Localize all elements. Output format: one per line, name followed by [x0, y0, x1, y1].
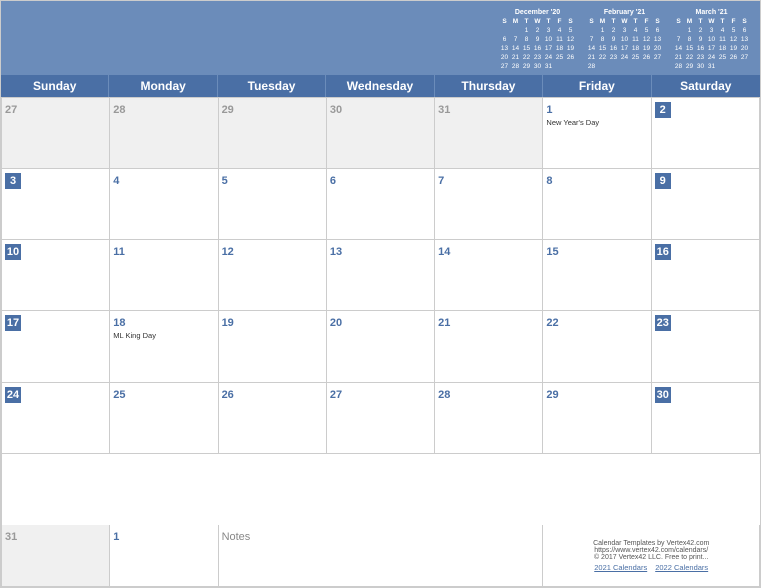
- cal-cell-r4c2: 26: [219, 383, 327, 454]
- date-number: 30: [655, 387, 671, 403]
- date-number: 19: [222, 317, 234, 329]
- mini-calendar-0: December '20SMTWTFS123456789101112131415…: [499, 9, 576, 71]
- credit-line: https://www.vertex42.com/calendars/: [594, 547, 708, 554]
- credit-line: © 2017 Vertex42 LLC. Free to print...: [594, 554, 709, 561]
- day-header-saturday: Saturday: [652, 75, 760, 97]
- mini-calendar-1: February '21SMTWTFS123456789101112131415…: [586, 9, 663, 71]
- day-header-tuesday: Tuesday: [218, 75, 326, 97]
- cal-cell-r4c5: 29: [543, 383, 651, 454]
- cal-cell-r2c3: 13: [327, 240, 435, 311]
- cal-cell-r1c0: 3: [2, 169, 110, 240]
- date-number: 28: [438, 389, 450, 401]
- cal-cell-r3c5: 22: [543, 311, 651, 382]
- cal-cell-r3c0: 17: [2, 311, 110, 382]
- cal-cell-r0c6: 2: [652, 98, 760, 169]
- cal-cell-r2c5: 15: [543, 240, 651, 311]
- cal-cell-r2c0: 10: [2, 240, 110, 311]
- date-number: 31: [438, 104, 450, 116]
- cal-cell-r0c2: 29: [219, 98, 327, 169]
- cal-cell-r3c1: 18 ML King Day: [110, 311, 218, 382]
- cal-cell-r1c4: 7: [435, 169, 543, 240]
- header-section: December '20SMTWTFS123456789101112131415…: [1, 1, 760, 75]
- date-number: 6: [330, 175, 336, 187]
- date-number: 29: [222, 104, 234, 116]
- cal-cell-r0c1: 28: [110, 98, 218, 169]
- day-header-sunday: Sunday: [1, 75, 109, 97]
- cal-cell-r0c0: 27: [2, 98, 110, 169]
- last-row-cell-1: 1: [110, 525, 218, 587]
- date-number: 4: [113, 175, 119, 187]
- cal-cell-r4c0: 24: [2, 383, 110, 454]
- credit-cell: Calendar Templates by Vertex42.comhttps:…: [543, 525, 760, 587]
- credit-line: Calendar Templates by Vertex42.com: [593, 540, 709, 547]
- day-header-friday: Friday: [543, 75, 651, 97]
- date-number: 29: [546, 389, 558, 401]
- mini-calendars: December '20SMTWTFS123456789101112131415…: [499, 9, 750, 71]
- calendar-grid: 27282930311New Year's Day234567891011121…: [1, 97, 760, 525]
- cal-cell-r0c3: 30: [327, 98, 435, 169]
- cal-cell-r3c6: 23: [652, 311, 760, 382]
- date-number: 5: [222, 175, 228, 187]
- cal-cell-r4c6: 30: [652, 383, 760, 454]
- cal-cell-r1c5: 8: [543, 169, 651, 240]
- day-header-thursday: Thursday: [435, 75, 543, 97]
- date-number: 16: [655, 244, 671, 260]
- cal-cell-r1c6: 9: [652, 169, 760, 240]
- date-number: 27: [330, 389, 342, 401]
- date-number: 18: [113, 317, 125, 329]
- cal-cell-r0c5: 1 New Year's Day: [543, 98, 651, 169]
- credit-links: 2021 Calendars 2022 Calendars: [594, 563, 708, 572]
- date-number: 7: [438, 175, 444, 187]
- cal-cell-r1c1: 4: [110, 169, 218, 240]
- cal-cell-r1c3: 6: [327, 169, 435, 240]
- date-number: 11: [113, 246, 125, 258]
- notes-cell: Notes: [219, 525, 544, 587]
- date-number: 13: [330, 246, 342, 258]
- date-number: 8: [546, 175, 552, 187]
- notes-label: Notes: [222, 531, 251, 543]
- day-header-wednesday: Wednesday: [326, 75, 434, 97]
- date-number: 10: [5, 244, 21, 260]
- link-2021-calendars[interactable]: 2021 Calendars: [594, 563, 647, 572]
- date-number: 2: [655, 102, 671, 118]
- holiday-label: ML King Day: [113, 332, 214, 340]
- cal-cell-r2c4: 14: [435, 240, 543, 311]
- cal-cell-r0c4: 31: [435, 98, 543, 169]
- day-header-monday: Monday: [109, 75, 217, 97]
- date-number: 17: [5, 315, 21, 331]
- calendar-wrapper: December '20SMTWTFS123456789101112131415…: [0, 0, 761, 588]
- last-row-cell-31: 31: [2, 525, 110, 587]
- date-number: 3: [5, 173, 21, 189]
- date-number: 30: [330, 104, 342, 116]
- date-number: 28: [113, 104, 125, 116]
- cal-cell-r4c1: 25: [110, 383, 218, 454]
- cal-cell-r3c4: 21: [435, 311, 543, 382]
- cal-cell-r1c2: 5: [219, 169, 327, 240]
- date-number: 22: [546, 317, 558, 329]
- holiday-label: New Year's Day: [546, 119, 647, 127]
- date-number: 27: [5, 104, 17, 116]
- date-number: 14: [438, 246, 450, 258]
- day-headers-row: SundayMondayTuesdayWednesdayThursdayFrid…: [1, 75, 760, 97]
- date-number: 20: [330, 317, 342, 329]
- link-2022-calendars[interactable]: 2022 Calendars: [655, 563, 708, 572]
- cal-cell-r2c1: 11: [110, 240, 218, 311]
- cal-cell-r4c3: 27: [327, 383, 435, 454]
- date-number: 15: [546, 246, 558, 258]
- date-number: 25: [113, 389, 125, 401]
- mini-calendar-2: March '21SMTWTFS123456789101112131415161…: [673, 9, 750, 71]
- date-number: 24: [5, 387, 21, 403]
- date-number: 9: [655, 173, 671, 189]
- cal-cell-r4c4: 28: [435, 383, 543, 454]
- cal-cell-r3c3: 20: [327, 311, 435, 382]
- cal-cell-r2c6: 16: [652, 240, 760, 311]
- date-number: 23: [655, 315, 671, 331]
- date-number: 1: [546, 104, 552, 116]
- date-number: 21: [438, 317, 450, 329]
- cal-cell-r2c2: 12: [219, 240, 327, 311]
- date-number: 26: [222, 389, 234, 401]
- date-number: 12: [222, 246, 234, 258]
- cal-cell-r3c2: 19: [219, 311, 327, 382]
- last-row: 311 Notes Calendar Templates by Vertex42.c…: [1, 525, 760, 587]
